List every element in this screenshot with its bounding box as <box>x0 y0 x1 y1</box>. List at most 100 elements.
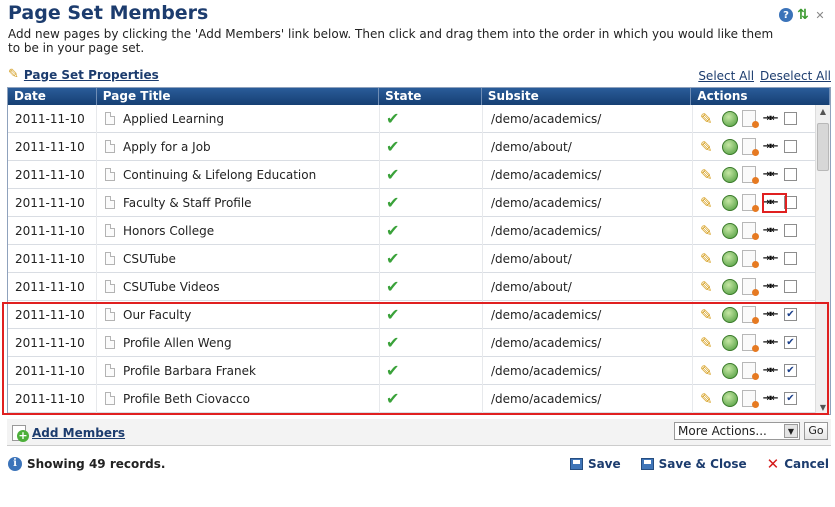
globe-icon[interactable] <box>722 166 738 183</box>
chevron-down-icon[interactable]: ▼ <box>784 424 798 438</box>
row-checkbox[interactable] <box>784 224 797 237</box>
table-row[interactable]: 2011-11-10 CSUTube Videos ✔ /demo/about/… <box>8 272 816 301</box>
globe-icon[interactable] <box>722 250 738 267</box>
cell-page-title[interactable]: CSUTube Videos <box>97 272 380 301</box>
table-row[interactable]: 2011-11-10 Profile Beth Ciovacco ✔ /demo… <box>8 384 816 413</box>
cell-page-title[interactable]: Profile Barbara Franek <box>97 356 380 385</box>
cell-page-title[interactable]: Profile Beth Ciovacco <box>97 384 380 413</box>
page-properties-icon[interactable] <box>742 166 759 184</box>
row-checkbox[interactable] <box>784 112 797 125</box>
edit-pencil-icon[interactable]: ✎ <box>700 222 718 240</box>
table-row[interactable]: 2011-11-10 Continuing & Lifelong Educati… <box>8 160 816 189</box>
select-all-link[interactable]: Select All <box>698 69 754 83</box>
page-properties-icon[interactable] <box>742 138 759 156</box>
column-header-date[interactable]: Date <box>8 88 97 105</box>
globe-icon[interactable] <box>722 222 738 239</box>
globe-icon[interactable] <box>722 138 738 155</box>
move-icon[interactable]: ⇥⇤ <box>760 393 780 404</box>
edit-pencil-icon[interactable]: ✎ <box>700 194 718 212</box>
page-properties-icon[interactable] <box>742 390 759 408</box>
page-properties-icon[interactable] <box>742 362 759 380</box>
save-close-button[interactable]: Save & Close <box>640 457 747 471</box>
table-row[interactable]: 2011-11-10 Profile Allen Weng ✔ /demo/ac… <box>8 328 816 357</box>
go-button[interactable]: Go <box>804 422 828 440</box>
page-properties-icon[interactable] <box>742 334 759 352</box>
globe-icon[interactable] <box>722 110 738 127</box>
edit-pencil-icon[interactable]: ✎ <box>700 362 718 380</box>
row-checkbox[interactable]: ✔ <box>784 364 797 377</box>
cell-page-title[interactable]: Apply for a Job <box>97 132 380 161</box>
globe-icon[interactable] <box>722 334 738 351</box>
edit-pencil-icon[interactable]: ✎ <box>700 166 718 184</box>
row-checkbox[interactable] <box>784 252 797 265</box>
row-checkbox[interactable] <box>784 140 797 153</box>
move-icon[interactable]: ⇥⇤ <box>760 169 780 180</box>
page-set-properties[interactable]: ✎ Page Set Properties <box>8 67 159 82</box>
globe-icon[interactable] <box>722 362 738 379</box>
move-icon[interactable]: ⇥⇤ <box>760 225 780 236</box>
row-checkbox[interactable]: ✔ <box>784 336 797 349</box>
add-members-link[interactable]: Add Members <box>32 426 125 440</box>
page-properties-icon[interactable] <box>742 110 759 128</box>
save-button[interactable]: Save <box>569 457 621 471</box>
page-properties-icon[interactable] <box>742 306 759 324</box>
edit-pencil-icon[interactable]: ✎ <box>700 138 718 156</box>
move-icon[interactable]: ⇥⇤ <box>760 113 780 124</box>
row-checkbox[interactable] <box>784 280 797 293</box>
table-row[interactable]: 2011-11-10 Apply for a Job ✔ /demo/about… <box>8 132 816 161</box>
edit-pencil-icon[interactable]: ✎ <box>700 110 718 128</box>
table-row[interactable]: 2011-11-10 Faculty & Staff Profile ✔ /de… <box>8 188 816 217</box>
cell-page-title[interactable]: Faculty & Staff Profile <box>97 188 380 217</box>
move-icon[interactable]: ⇥⇤ <box>760 197 780 208</box>
move-icon[interactable]: ⇥⇤ <box>760 337 780 348</box>
table-row[interactable]: 2011-11-10 CSUTube ✔ /demo/about/ ✎ ⇥⇤ <box>8 244 816 273</box>
table-row[interactable]: 2011-11-10 Our Faculty ✔ /demo/academics… <box>8 300 816 329</box>
more-actions-select[interactable]: More Actions... ▼ <box>674 422 800 440</box>
move-icon[interactable]: ⇥⇤ <box>760 281 780 292</box>
deselect-all-link[interactable]: Deselect All <box>760 69 831 83</box>
row-checkbox[interactable] <box>784 196 797 209</box>
edit-pencil-icon[interactable]: ✎ <box>700 390 718 408</box>
add-members[interactable]: Add Members <box>12 425 125 442</box>
help-icon[interactable]: ? <box>779 8 793 22</box>
scroll-thumb[interactable] <box>817 123 829 171</box>
cell-page-title[interactable]: CSUTube <box>97 244 380 273</box>
globe-icon[interactable] <box>722 194 738 211</box>
edit-pencil-icon[interactable]: ✎ <box>700 334 718 352</box>
move-icon[interactable]: ⇥⇤ <box>760 253 780 264</box>
move-icon[interactable]: ⇥⇤ <box>760 309 780 320</box>
table-row[interactable]: 2011-11-10 Profile Barbara Franek ✔ /dem… <box>8 356 816 385</box>
table-row[interactable]: 2011-11-10 Applied Learning ✔ /demo/acad… <box>8 104 816 133</box>
refresh-icon[interactable]: ⇅ <box>796 7 810 23</box>
cell-page-title[interactable]: Continuing & Lifelong Education <box>97 160 380 189</box>
move-icon[interactable]: ⇥⇤ <box>760 141 780 152</box>
page-properties-icon[interactable] <box>742 194 759 212</box>
move-icon[interactable]: ⇥⇤ <box>760 365 780 376</box>
close-icon[interactable]: ✕ <box>813 8 827 22</box>
page-properties-icon[interactable] <box>742 222 759 240</box>
page-properties-icon[interactable] <box>742 278 759 296</box>
cell-page-title[interactable]: Our Faculty <box>97 300 380 329</box>
cell-page-title[interactable]: Applied Learning <box>97 104 380 133</box>
scroll-down-icon[interactable]: ▼ <box>816 401 830 414</box>
page-properties-icon[interactable] <box>742 250 759 268</box>
cell-page-title[interactable]: Honors College <box>97 216 380 245</box>
edit-pencil-icon[interactable]: ✎ <box>700 306 718 324</box>
column-header-subsite[interactable]: Subsite <box>482 88 692 105</box>
cancel-button[interactable]: ✕ Cancel <box>767 457 829 472</box>
row-checkbox[interactable]: ✔ <box>784 392 797 405</box>
cell-page-title[interactable]: Profile Allen Weng <box>97 328 380 357</box>
edit-pencil-icon[interactable]: ✎ <box>700 278 718 296</box>
row-checkbox[interactable]: ✔ <box>784 308 797 321</box>
globe-icon[interactable] <box>722 306 738 323</box>
row-checkbox[interactable] <box>784 168 797 181</box>
column-header-state[interactable]: State <box>379 88 482 105</box>
vertical-scrollbar[interactable]: ▲ ▼ <box>815 105 830 414</box>
scroll-up-icon[interactable]: ▲ <box>816 105 830 119</box>
table-row[interactable]: 2011-11-10 Honors College ✔ /demo/academ… <box>8 216 816 245</box>
globe-icon[interactable] <box>722 390 738 407</box>
column-header-page-title[interactable]: Page Title <box>97 88 380 105</box>
edit-pencil-icon[interactable]: ✎ <box>700 250 718 268</box>
page-set-properties-link[interactable]: Page Set Properties <box>24 68 159 82</box>
globe-icon[interactable] <box>722 278 738 295</box>
